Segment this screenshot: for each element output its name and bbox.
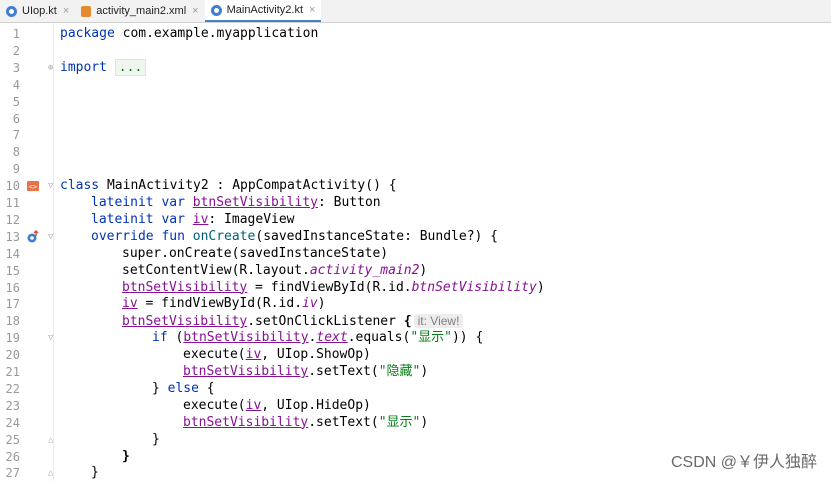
override-marker-icon[interactable]	[26, 229, 40, 244]
close-icon[interactable]: ×	[192, 5, 198, 17]
keyword: if	[152, 330, 168, 346]
close-icon[interactable]: ×	[63, 5, 69, 17]
property-name: iv	[192, 211, 209, 227]
property-reference: btnSetVisibility	[122, 279, 248, 295]
type-annotation: : ImageView	[208, 211, 295, 227]
code-segment: .setOnClickListener	[247, 314, 404, 330]
code-segment: , UIop.ShowOp)	[261, 347, 371, 363]
code-segment: {	[198, 380, 215, 396]
code-segment: )	[419, 262, 428, 278]
property-reference: btnSetVisibility	[122, 314, 248, 330]
code-segment: )	[420, 414, 429, 430]
string-literal: "显示"	[378, 414, 421, 430]
property-reference: iv	[122, 296, 138, 312]
keyword: lateinit var	[91, 211, 185, 227]
string-literal: "显示"	[410, 330, 452, 346]
keyword: lateinit var	[91, 195, 185, 210]
property-reference: btnSetVisibility	[183, 414, 309, 430]
function-params: (savedInstanceState: Bundle?) {	[255, 228, 499, 244]
property-reference: btnSetVisibility	[183, 330, 309, 346]
keyword: class	[60, 178, 100, 194]
code-segment: .setText(	[308, 414, 379, 430]
class-declaration: MainActivity2 : AppCompatActivity() {	[106, 178, 397, 194]
code-segment: }	[152, 380, 168, 396]
keyword: package	[60, 26, 115, 41]
tab-uiop-kt[interactable]: UIop.kt ×	[0, 0, 75, 22]
code-segment: )	[536, 279, 545, 295]
code-editor[interactable]: 1 package com.example.myapplication 2 3 …	[0, 23, 831, 481]
tab-label: MainActivity2.kt	[226, 4, 304, 16]
layout-reference: activity_main2	[309, 262, 420, 278]
inlay-hint: it: View!	[413, 314, 464, 329]
tab-activity-main2-xml[interactable]: activity_main2.xml ×	[75, 0, 204, 22]
type-annotation: : Button	[317, 195, 381, 210]
close-icon[interactable]: ×	[309, 4, 315, 16]
keyword: override fun	[91, 228, 185, 244]
code-segment: )) {	[451, 330, 484, 346]
keyword: else	[167, 380, 199, 396]
lambda-brace: {	[403, 314, 412, 330]
code-segment: setContentView(R.layout.	[122, 262, 310, 278]
watermark: CSDN @￥伊人独醉	[670, 454, 817, 471]
tab-label: activity_main2.xml	[96, 5, 187, 17]
string-literal: "隐藏"	[378, 364, 421, 379]
code-segment: , UIop.HideOp)	[261, 397, 371, 413]
function-name: onCreate	[192, 228, 256, 244]
property-reference: btnSetVisibility	[183, 364, 309, 379]
package-name: com.example.myapplication	[122, 26, 319, 41]
id-reference: iv	[302, 296, 318, 312]
id-reference: btnSetVisibility	[411, 279, 537, 295]
code-segment: .equals(	[347, 330, 411, 346]
code-segment: )	[317, 296, 326, 312]
layout-preview-icon[interactable]: <>	[26, 179, 40, 193]
code-segment: execute(	[183, 347, 246, 363]
code-segment: = findViewById(R.id.	[137, 296, 303, 312]
keyword: import	[60, 59, 107, 75]
property-reference: iv	[245, 347, 262, 363]
editor-tab-bar: UIop.kt × activity_main2.xml × MainActiv…	[0, 0, 831, 23]
kotlin-file-icon	[210, 4, 222, 16]
property-name: btnSetVisibility	[192, 195, 318, 210]
code-segment: (	[167, 330, 184, 346]
tab-label: UIop.kt	[22, 5, 57, 17]
code-segment: execute(	[183, 397, 246, 413]
property-reference: iv	[245, 397, 262, 413]
kotlin-file-icon	[6, 5, 17, 17]
code-segment: .setText(	[308, 364, 379, 379]
code-segment: )	[420, 364, 429, 379]
property-reference: text	[316, 330, 348, 346]
xml-file-icon	[81, 5, 92, 17]
folded-imports[interactable]: ...	[114, 58, 147, 76]
svg-text:<>: <>	[29, 183, 37, 191]
tab-mainactivity2-kt[interactable]: MainActivity2.kt ×	[204, 0, 322, 22]
code-segment: = findViewById(R.id.	[247, 279, 412, 295]
